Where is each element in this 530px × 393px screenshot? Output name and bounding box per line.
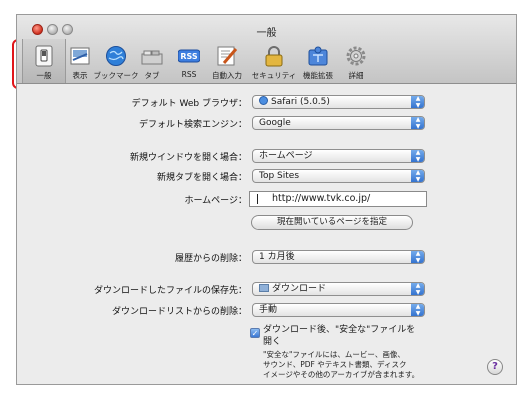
set-current-page-button[interactable]: 現在開いているページを指定 xyxy=(251,215,413,230)
open-safe-files-note-line1: "安全な"ファイルには、ムービー、画像、 xyxy=(263,350,405,359)
open-safe-files-note-line2: サウンド、PDF やテキスト書類、ディスク xyxy=(263,360,407,369)
puzzle-icon xyxy=(308,46,328,66)
download-location-label: ダウンロードしたファイルの保存先： xyxy=(93,286,247,296)
download-list-remove-popup[interactable]: 手動 ▲ ▼ xyxy=(252,303,425,317)
new-tab-label: 新規タブを開く場合： xyxy=(156,173,247,183)
default-search-popup[interactable]: Google ▲ ▼ xyxy=(252,116,425,130)
homepage-label: ホームページ： xyxy=(184,196,247,206)
help-button[interactable]: ? xyxy=(487,359,503,375)
open-safe-files-label: ダウンロード後、"安全な"ファイルを 開く xyxy=(263,324,415,348)
new-tab-value: Top Sites xyxy=(259,171,300,181)
new-window-label: 新規ウインドウを開く場合： xyxy=(129,153,247,163)
text-cursor xyxy=(257,194,258,204)
default-browser-value: Safari (5.0.5) xyxy=(271,97,330,107)
popup-arrows-icon: ▲ ▼ xyxy=(411,283,424,295)
toolbar-label: 詳細 xyxy=(348,71,364,80)
default-browser-label: デフォルト Web ブラウザ： xyxy=(131,99,247,109)
pencil-icon xyxy=(217,46,238,66)
popup-arrows-icon: ▲ ▼ xyxy=(411,96,424,108)
default-browser-popup[interactable]: Safari (5.0.5) ▲ ▼ xyxy=(252,95,425,109)
new-window-value: ホームページ xyxy=(259,151,313,161)
svg-text:RSS: RSS xyxy=(180,52,198,61)
download-list-remove-value: 手動 xyxy=(259,305,278,315)
switch-icon xyxy=(35,45,53,67)
open-safe-files-note: "安全な"ファイルには、ムービー、画像、 サウンド、PDF やテキスト書類、ディ… xyxy=(263,350,419,380)
history-remove-popup[interactable]: 1 カ月後 ▲ ▼ xyxy=(252,250,425,264)
download-location-popup[interactable]: ダウンロード ▲ ▼ xyxy=(252,282,425,296)
globe-icon xyxy=(106,46,126,66)
open-safe-files-label-line2: 開く xyxy=(263,337,282,347)
open-safe-files-note-line3: イメージやその他のアーカイブが含まれます。 xyxy=(263,370,420,379)
popup-arrows-icon: ▲ ▼ xyxy=(411,304,424,316)
title-bar: 一般 一般 表示 ブックマーク タブ RSS RSS 自動入力 セキュリティ 機… xyxy=(17,15,516,84)
popup-arrows-icon: ▲ ▼ xyxy=(411,251,424,263)
default-search-value: Google xyxy=(259,118,291,128)
folder-icon xyxy=(259,284,269,292)
popup-arrows-icon: ▲ ▼ xyxy=(411,117,424,129)
open-safe-files-label-line1: ダウンロード後、"安全な"ファイルを xyxy=(263,325,416,335)
lock-icon xyxy=(265,46,283,67)
window-title: 一般 xyxy=(256,28,277,39)
homepage-input[interactable]: http://www.tvk.co.jp/ xyxy=(249,191,427,207)
download-location-value: ダウンロード xyxy=(272,284,327,294)
new-window-popup[interactable]: ホームページ ▲ ▼ xyxy=(252,149,425,163)
download-list-remove-label: ダウンロードリストからの削除： xyxy=(111,307,247,317)
new-tab-popup[interactable]: Top Sites ▲ ▼ xyxy=(252,169,425,183)
safari-icon xyxy=(259,96,268,105)
tab-advanced[interactable]: 詳細 xyxy=(334,39,378,83)
rss-icon: RSS xyxy=(178,49,200,63)
gear-icon xyxy=(346,46,366,66)
open-safe-files-checkbox[interactable]: ✓ xyxy=(250,328,260,338)
appearance-icon xyxy=(70,47,90,65)
default-search-label: デフォルト検索エンジン： xyxy=(138,120,247,130)
toolbar: 一般 表示 ブックマーク タブ RSS RSS 自動入力 セキュリティ 機能拡張… xyxy=(17,39,516,83)
history-remove-label: 履歴からの削除： xyxy=(174,254,247,264)
popup-arrows-icon: ▲ ▼ xyxy=(411,150,424,162)
popup-arrows-icon: ▲ ▼ xyxy=(411,170,424,182)
history-remove-value: 1 カ月後 xyxy=(259,252,295,262)
tabs-icon xyxy=(141,50,163,65)
preferences-window: 一般 一般 表示 ブックマーク タブ RSS RSS 自動入力 セキュリティ 機… xyxy=(16,14,517,385)
